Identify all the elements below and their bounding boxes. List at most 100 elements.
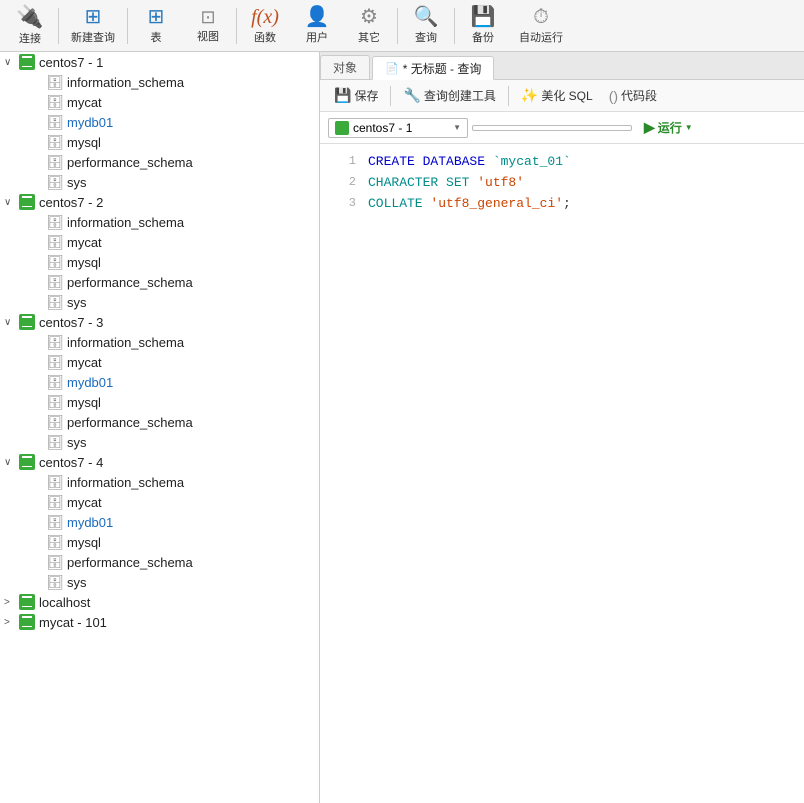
line-number: 3: [328, 194, 356, 213]
code-editor[interactable]: 1CREATE DATABASE `mycat_01`2CHARACTER SE…: [320, 144, 804, 803]
toolbar-sep-5: [454, 8, 455, 44]
sidebar-server-centos7-1[interactable]: ∨centos7 - 1: [0, 52, 319, 72]
sidebar-db-performance_schema[interactable]: 🗄performance_schema: [0, 272, 319, 292]
line-number: 2: [328, 173, 356, 192]
db-label: performance_schema: [67, 555, 193, 570]
sidebar-db-mysql[interactable]: 🗄mysql: [0, 392, 319, 412]
query-toolbar: 💾 保存 🔧 查询创建工具 ✨ 美化 SQL () 代码段: [320, 80, 804, 112]
run-button[interactable]: ▶ 运行 ▼: [636, 117, 701, 138]
db-label: information_schema: [67, 335, 184, 350]
db-label: information_schema: [67, 215, 184, 230]
new-query-label: 新建查询: [71, 29, 115, 45]
db-icon: 🗄: [46, 174, 64, 190]
sidebar-db-mycat[interactable]: 🗄mycat: [0, 92, 319, 112]
db-label: mysql: [67, 395, 101, 410]
sidebar: ∨centos7 - 1🗄information_schema🗄mycat🗄my…: [0, 52, 320, 803]
toolbar-connect[interactable]: 🔌 连接: [4, 2, 56, 50]
sidebar-db-mysql[interactable]: 🗄mysql: [0, 532, 319, 552]
sidebar-db-information_schema[interactable]: 🗄information_schema: [0, 332, 319, 352]
build-button[interactable]: 🔧 查询创建工具: [397, 85, 501, 106]
sidebar-db-mycat[interactable]: 🗄mycat: [0, 352, 319, 372]
auto-icon: ⏱: [533, 7, 549, 27]
tab-object[interactable]: 对象: [320, 55, 370, 79]
sidebar-server-centos7-2[interactable]: ∨centos7 - 2: [0, 192, 319, 212]
toolbar-query[interactable]: 🔍 查询: [400, 2, 452, 50]
code-content[interactable]: CHARACTER SET 'utf8': [368, 173, 796, 194]
server-icon: [18, 594, 36, 610]
backup-icon: 💾: [471, 7, 496, 27]
view-label: 视图: [197, 28, 219, 44]
db-label: sys: [67, 575, 87, 590]
toolbar-new-query[interactable]: ⊞ 新建查询: [61, 2, 125, 50]
main-toolbar: 🔌 连接 ⊞ 新建查询 ⊞ 表 ⊡ 视图 f(x) 函数 👤 用户 ⚙ 其它 🔍…: [0, 0, 804, 52]
db-icon: 🗄: [46, 474, 64, 490]
backup-label: 备份: [472, 29, 494, 45]
sidebar-db-performance_schema[interactable]: 🗄performance_schema: [0, 152, 319, 172]
qt-sep-1: [390, 86, 391, 106]
sidebar-db-mycat[interactable]: 🗄mycat: [0, 232, 319, 252]
toolbar-sep-2: [127, 8, 128, 44]
db-label: performance_schema: [67, 275, 193, 290]
server-select[interactable]: centos7 - 1 ▼: [328, 118, 468, 138]
code-token: CREATE DATABASE: [368, 154, 493, 169]
sidebar-server-localhost[interactable]: > localhost: [0, 592, 319, 612]
sidebar-server-centos7-3[interactable]: ∨centos7 - 3: [0, 312, 319, 332]
sidebar-db-mysql[interactable]: 🗄mysql: [0, 252, 319, 272]
arrow-icon: >: [4, 617, 18, 628]
build-icon: 🔧: [403, 87, 420, 104]
save-button[interactable]: 💾 保存: [328, 85, 384, 106]
snippet-button[interactable]: () 代码段: [603, 85, 663, 106]
db-icon: 🗄: [46, 354, 64, 370]
sidebar-db-sys[interactable]: 🗄sys: [0, 572, 319, 592]
db-select[interactable]: [472, 125, 632, 131]
toolbar-user[interactable]: 👤 用户: [291, 2, 343, 50]
sidebar-db-information_schema[interactable]: 🗄information_schema: [0, 72, 319, 92]
user-label: 用户: [306, 29, 328, 45]
db-label: mysql: [67, 255, 101, 270]
arrow-icon: ∨: [4, 57, 18, 68]
sidebar-db-mycat[interactable]: 🗄mycat: [0, 492, 319, 512]
toolbar-func[interactable]: f(x) 函数: [239, 2, 291, 50]
right-panel: 对象 📄 * 无标题 - 查询 💾 保存 🔧 查询创建工具 ✨ 美化 SQL: [320, 52, 804, 803]
beautify-button[interactable]: ✨ 美化 SQL: [515, 85, 599, 106]
server-icon: [18, 614, 36, 630]
sidebar-db-sys[interactable]: 🗄sys: [0, 292, 319, 312]
db-label: information_schema: [67, 475, 184, 490]
toolbar-backup[interactable]: 💾 备份: [457, 2, 509, 50]
snippet-icon: (): [609, 88, 618, 104]
sidebar-db-mydb01[interactable]: 🗄mydb01: [0, 372, 319, 392]
server-icon: [18, 314, 36, 330]
db-icon: 🗄: [46, 374, 64, 390]
toolbar-view[interactable]: ⊡ 视图: [182, 2, 234, 50]
code-line: 3 COLLATE 'utf8_general_ci';: [320, 194, 804, 215]
tab-query-label: * 无标题 - 查询: [403, 60, 482, 77]
db-icon: 🗄: [46, 134, 64, 150]
server-label: localhost: [39, 595, 90, 610]
code-content[interactable]: CREATE DATABASE `mycat_01`: [368, 152, 796, 173]
sidebar-db-mydb01[interactable]: 🗄mydb01: [0, 512, 319, 532]
sidebar-server-centos7-4[interactable]: ∨centos7 - 4: [0, 452, 319, 472]
sidebar-db-performance_schema[interactable]: 🗄performance_schema: [0, 552, 319, 572]
sidebar-db-information_schema[interactable]: 🗄information_schema: [0, 212, 319, 232]
sidebar-db-performance_schema[interactable]: 🗄performance_schema: [0, 412, 319, 432]
code-content[interactable]: COLLATE 'utf8_general_ci';: [368, 194, 796, 215]
sidebar-db-mysql[interactable]: 🗄mysql: [0, 132, 319, 152]
sidebar-server-mycat-101[interactable]: >mycat - 101: [0, 612, 319, 632]
code-token: COLLATE: [368, 196, 430, 211]
toolbar-auto[interactable]: ⏱ 自动运行: [509, 2, 573, 50]
sidebar-db-sys[interactable]: 🗄sys: [0, 432, 319, 452]
tab-query[interactable]: 📄 * 无标题 - 查询: [372, 56, 494, 80]
toolbar-sep-1: [58, 8, 59, 44]
toolbar-sep-4: [397, 8, 398, 44]
db-icon: 🗄: [46, 434, 64, 450]
sidebar-db-sys[interactable]: 🗄sys: [0, 172, 319, 192]
db-label: sys: [67, 435, 87, 450]
toolbar-other[interactable]: ⚙ 其它: [343, 2, 395, 50]
conn-bar: centos7 - 1 ▼ ▶ 运行 ▼: [320, 112, 804, 144]
arrow-icon: >: [4, 597, 18, 608]
db-icon: 🗄: [46, 114, 64, 130]
sidebar-db-mydb01[interactable]: 🗄mydb01: [0, 112, 319, 132]
toolbar-table[interactable]: ⊞ 表: [130, 2, 182, 50]
sidebar-db-information_schema[interactable]: 🗄information_schema: [0, 472, 319, 492]
server-icon: [18, 454, 36, 470]
